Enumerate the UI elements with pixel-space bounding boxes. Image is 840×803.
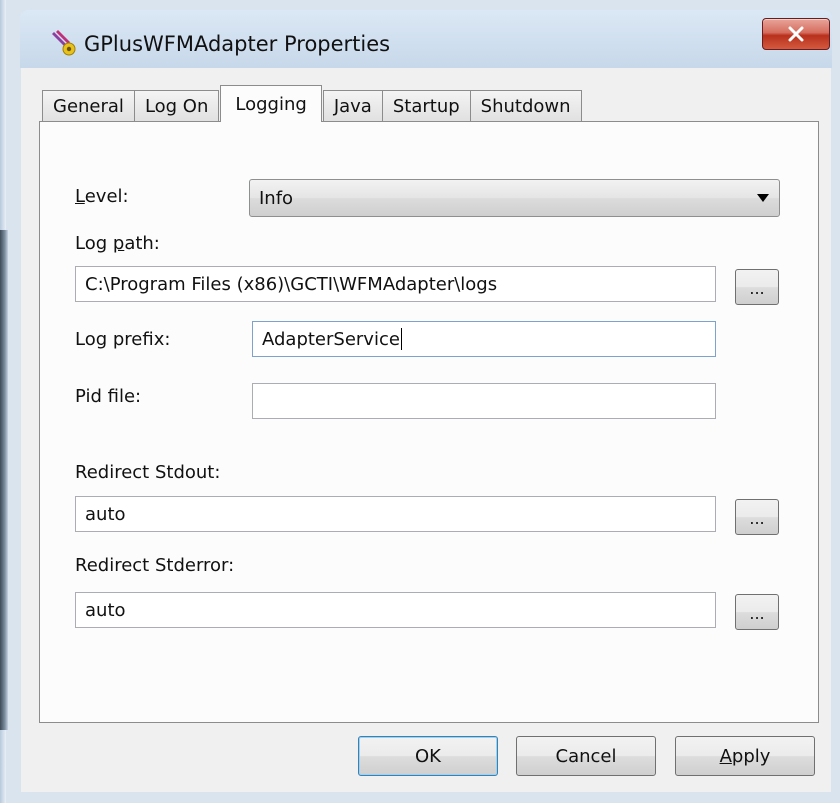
log-prefix-label: Log prefix: <box>75 329 171 350</box>
tab-logging[interactable]: Logging <box>220 85 322 122</box>
tab-java-label: Java <box>333 96 372 117</box>
cancel-button-label: Cancel <box>555 745 617 767</box>
redirect-stdout-label: Redirect Stdout: <box>75 462 221 483</box>
log-path-value: C:\Program Files (x86)\GCTI\WFMAdapter\l… <box>85 273 498 295</box>
ok-button[interactable]: OK <box>358 736 498 776</box>
window-title: GPlusWFMAdapter Properties <box>84 32 391 56</box>
chevron-down-icon <box>757 194 769 202</box>
redirect-stderror-browse-label: ... <box>749 604 765 623</box>
redirect-stdout-browse-button[interactable]: ... <box>735 499 779 535</box>
cancel-button[interactable]: Cancel <box>516 736 656 776</box>
apply-button-accel: A <box>719 745 732 767</box>
redirect-stdout-input[interactable]: auto <box>75 496 716 532</box>
tab-java[interactable]: Java <box>322 90 383 122</box>
background-edge-shadow <box>0 230 8 730</box>
tab-startup[interactable]: Startup <box>381 90 471 122</box>
title-bar[interactable]: GPlusWFMAdapter Properties <box>20 10 832 68</box>
redirect-stderror-input[interactable]: auto <box>75 592 716 628</box>
tab-log-on-label: Log On <box>144 96 209 117</box>
log-path-label-pre: Log <box>75 233 113 254</box>
log-prefix-input[interactable]: AdapterService <box>252 321 716 357</box>
level-label: Level: <box>75 186 129 207</box>
ok-button-label: OK <box>415 745 441 767</box>
app-icon <box>52 30 76 56</box>
pid-file-input[interactable] <box>252 383 716 419</box>
redirect-stderror-browse-button[interactable]: ... <box>735 594 779 630</box>
tab-startup-label: Startup <box>392 96 460 117</box>
log-path-label: Log path: <box>75 233 160 254</box>
tab-general[interactable]: General <box>42 90 135 122</box>
log-path-browse-label: ... <box>749 279 765 298</box>
log-prefix-value: AdapterService <box>262 328 400 350</box>
redirect-stderror-label: Redirect Stderror: <box>75 555 235 576</box>
apply-button[interactable]: Apply <box>675 736 815 776</box>
tab-general-label: General <box>53 96 124 117</box>
log-path-label-post: ath: <box>124 233 160 254</box>
tab-strip: General Log On Logging Java Startup Shut… <box>42 85 582 122</box>
log-path-input[interactable]: C:\Program Files (x86)\GCTI\WFMAdapter\l… <box>75 266 716 302</box>
level-label-accel: L <box>75 186 85 207</box>
tab-shutdown[interactable]: Shutdown <box>469 90 582 122</box>
level-select[interactable]: Info <box>249 179 780 217</box>
tab-log-on[interactable]: Log On <box>133 90 220 122</box>
tab-shutdown-label: Shutdown <box>480 96 571 117</box>
pid-file-label: Pid file: <box>75 386 142 407</box>
tab-logging-label: Logging <box>235 93 307 115</box>
redirect-stdout-value: auto <box>85 503 126 525</box>
close-icon <box>788 26 804 42</box>
level-label-post: evel: <box>84 186 129 207</box>
redirect-stdout-browse-label: ... <box>749 509 765 528</box>
redirect-stderror-value: auto <box>85 599 126 621</box>
text-caret <box>400 328 402 350</box>
log-path-browse-button[interactable]: ... <box>735 269 779 305</box>
close-button[interactable] <box>762 18 830 50</box>
level-select-value: Info <box>259 187 294 209</box>
log-path-label-accel: p <box>112 233 125 254</box>
apply-button-label: pply <box>731 745 771 767</box>
